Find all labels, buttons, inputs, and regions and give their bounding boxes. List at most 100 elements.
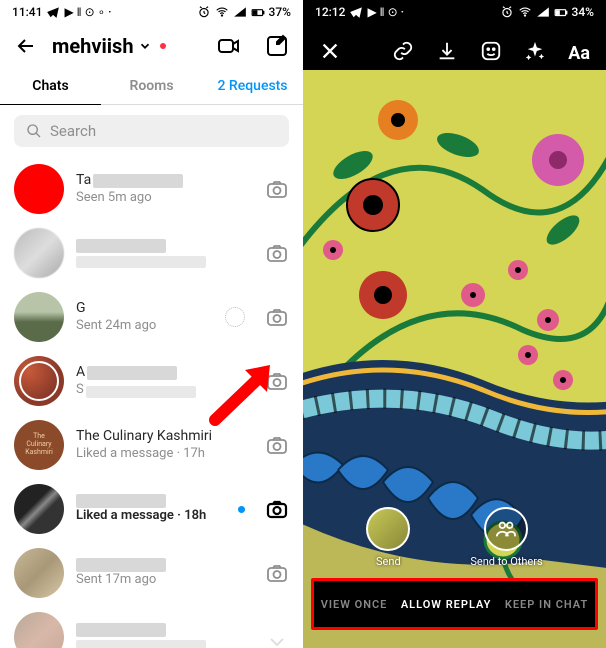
photo-editor-screen: 12:12 ▶ ‖ ⊙ · 34% Aa xyxy=(303,0,606,648)
chat-subtitle xyxy=(76,256,206,268)
video-call-button[interactable] xyxy=(217,34,241,58)
chat-list[interactable]: Ta Seen 5m ago G Sent 24m ago xyxy=(0,157,303,648)
avatar xyxy=(14,612,64,648)
close-icon xyxy=(319,40,341,62)
target-label: Send xyxy=(376,555,401,568)
signal-icon xyxy=(233,5,247,19)
telegram-icon xyxy=(46,5,60,19)
avatar: TheCulinaryKashmiri xyxy=(14,420,64,470)
search-icon xyxy=(26,123,42,139)
chat-row[interactable]: Sent 17m ago xyxy=(0,541,303,605)
status-time: 11:41 xyxy=(12,5,42,19)
send-targets: Send Send to Others xyxy=(303,507,606,568)
chat-row[interactable]: Ta Seen 5m ago xyxy=(0,157,303,221)
status-time: 12:12 xyxy=(315,5,345,19)
link-icon xyxy=(392,40,414,62)
sticker-button[interactable] xyxy=(480,40,502,66)
search-input[interactable]: Search xyxy=(14,115,289,147)
account-switcher[interactable]: mehviish xyxy=(52,34,166,58)
chat-row[interactable]: Liked a message · 18h xyxy=(0,477,303,541)
target-avatar xyxy=(366,507,410,551)
chat-subtitle: Seen 5m ago xyxy=(76,190,253,207)
search-placeholder: Search xyxy=(50,122,96,140)
status-dots: ▶ ‖ ⊙ · xyxy=(367,5,404,19)
chat-name xyxy=(76,623,166,637)
unread-dot xyxy=(238,506,245,513)
chat-subtitle: S xyxy=(76,382,84,399)
alarm-icon xyxy=(197,5,211,19)
tab-requests[interactable]: 2 Requests xyxy=(202,68,303,104)
camera-icon[interactable] xyxy=(265,241,289,265)
status-bar: 12:12 ▶ ‖ ⊙ · 34% xyxy=(303,0,606,24)
chat-name: A xyxy=(76,363,85,381)
mode-allow-replay[interactable]: ALLOW REPLAY xyxy=(401,598,492,611)
username-label: mehviish xyxy=(52,34,134,58)
dm-tabs: Chats Rooms 2 Requests xyxy=(0,68,303,105)
chat-subtitle: Liked a message · 18h xyxy=(76,508,226,525)
notification-dot xyxy=(160,43,166,49)
battery-icon xyxy=(554,5,568,19)
camera-icon[interactable] xyxy=(265,497,289,521)
target-label: Send to Others xyxy=(470,555,542,568)
chat-name: G xyxy=(76,299,213,317)
wifi-icon xyxy=(518,5,532,19)
status-bar: 11:41 ▶ ‖ ⊙ ∘ · 37% xyxy=(0,0,303,24)
chat-name xyxy=(76,558,166,572)
camera-icon[interactable] xyxy=(265,305,289,329)
tab-rooms[interactable]: Rooms xyxy=(101,68,202,104)
avatar xyxy=(14,356,64,406)
send-to-contact[interactable]: Send xyxy=(366,507,410,568)
people-icon xyxy=(495,518,517,540)
battery-icon xyxy=(251,5,265,19)
avatar xyxy=(14,164,64,214)
sticker-icon xyxy=(480,40,502,62)
avatar xyxy=(14,484,64,534)
telegram-icon xyxy=(349,5,363,19)
chevron-down-icon xyxy=(138,39,152,53)
mode-view-once[interactable]: VIEW ONCE xyxy=(321,598,388,611)
send-to-others[interactable]: Send to Others xyxy=(470,507,542,568)
chat-name xyxy=(76,239,166,253)
battery-pct: 34% xyxy=(572,5,594,19)
download-icon xyxy=(436,40,458,62)
avatar xyxy=(14,292,64,342)
chat-subtitle: Sent 24m ago xyxy=(76,318,213,335)
dm-header: mehviish xyxy=(0,24,303,68)
chat-row[interactable] xyxy=(0,605,303,648)
pending-icon xyxy=(225,307,245,327)
chat-row[interactable]: TheCulinaryKashmiri The Culinary Kashmir… xyxy=(0,413,303,477)
text-tool-button[interactable]: Aa xyxy=(568,43,590,64)
chat-row[interactable]: G Sent 24m ago xyxy=(0,285,303,349)
effects-button[interactable] xyxy=(524,40,546,66)
avatar xyxy=(14,548,64,598)
editor-toolbar: Aa xyxy=(303,40,606,66)
chat-row[interactable] xyxy=(0,221,303,285)
save-button[interactable] xyxy=(436,40,458,66)
signal-icon xyxy=(536,5,550,19)
chat-name xyxy=(76,494,166,508)
camera-icon[interactable] xyxy=(265,625,289,648)
chat-name: Ta xyxy=(76,171,91,189)
back-button[interactable] xyxy=(14,34,38,58)
dm-list-screen: 11:41 ▶ ‖ ⊙ ∘ · 37% mehviish Chats xyxy=(0,0,303,648)
mode-keep-in-chat[interactable]: KEEP IN CHAT xyxy=(505,598,588,611)
camera-icon[interactable] xyxy=(265,177,289,201)
status-dots: ▶ ‖ ⊙ ∘ · xyxy=(64,5,111,19)
chat-subtitle: Sent 17m ago xyxy=(76,572,253,589)
compose-button[interactable] xyxy=(265,34,289,58)
avatar xyxy=(14,228,64,278)
camera-icon[interactable] xyxy=(265,369,289,393)
chat-row[interactable]: A S xyxy=(0,349,303,413)
chat-subtitle xyxy=(76,640,206,648)
tab-chats[interactable]: Chats xyxy=(0,68,101,104)
sparkle-icon xyxy=(524,40,546,62)
close-button[interactable] xyxy=(319,40,341,66)
camera-icon[interactable] xyxy=(265,561,289,585)
camera-icon[interactable] xyxy=(265,433,289,457)
view-mode-bar: VIEW ONCE ALLOW REPLAY KEEP IN CHAT xyxy=(311,578,598,630)
chat-subtitle: Liked a message · 17h xyxy=(76,446,253,463)
chat-name: The Culinary Kashmiri xyxy=(76,427,253,445)
wifi-icon xyxy=(215,5,229,19)
alarm-icon xyxy=(500,5,514,19)
link-button[interactable] xyxy=(392,40,414,66)
